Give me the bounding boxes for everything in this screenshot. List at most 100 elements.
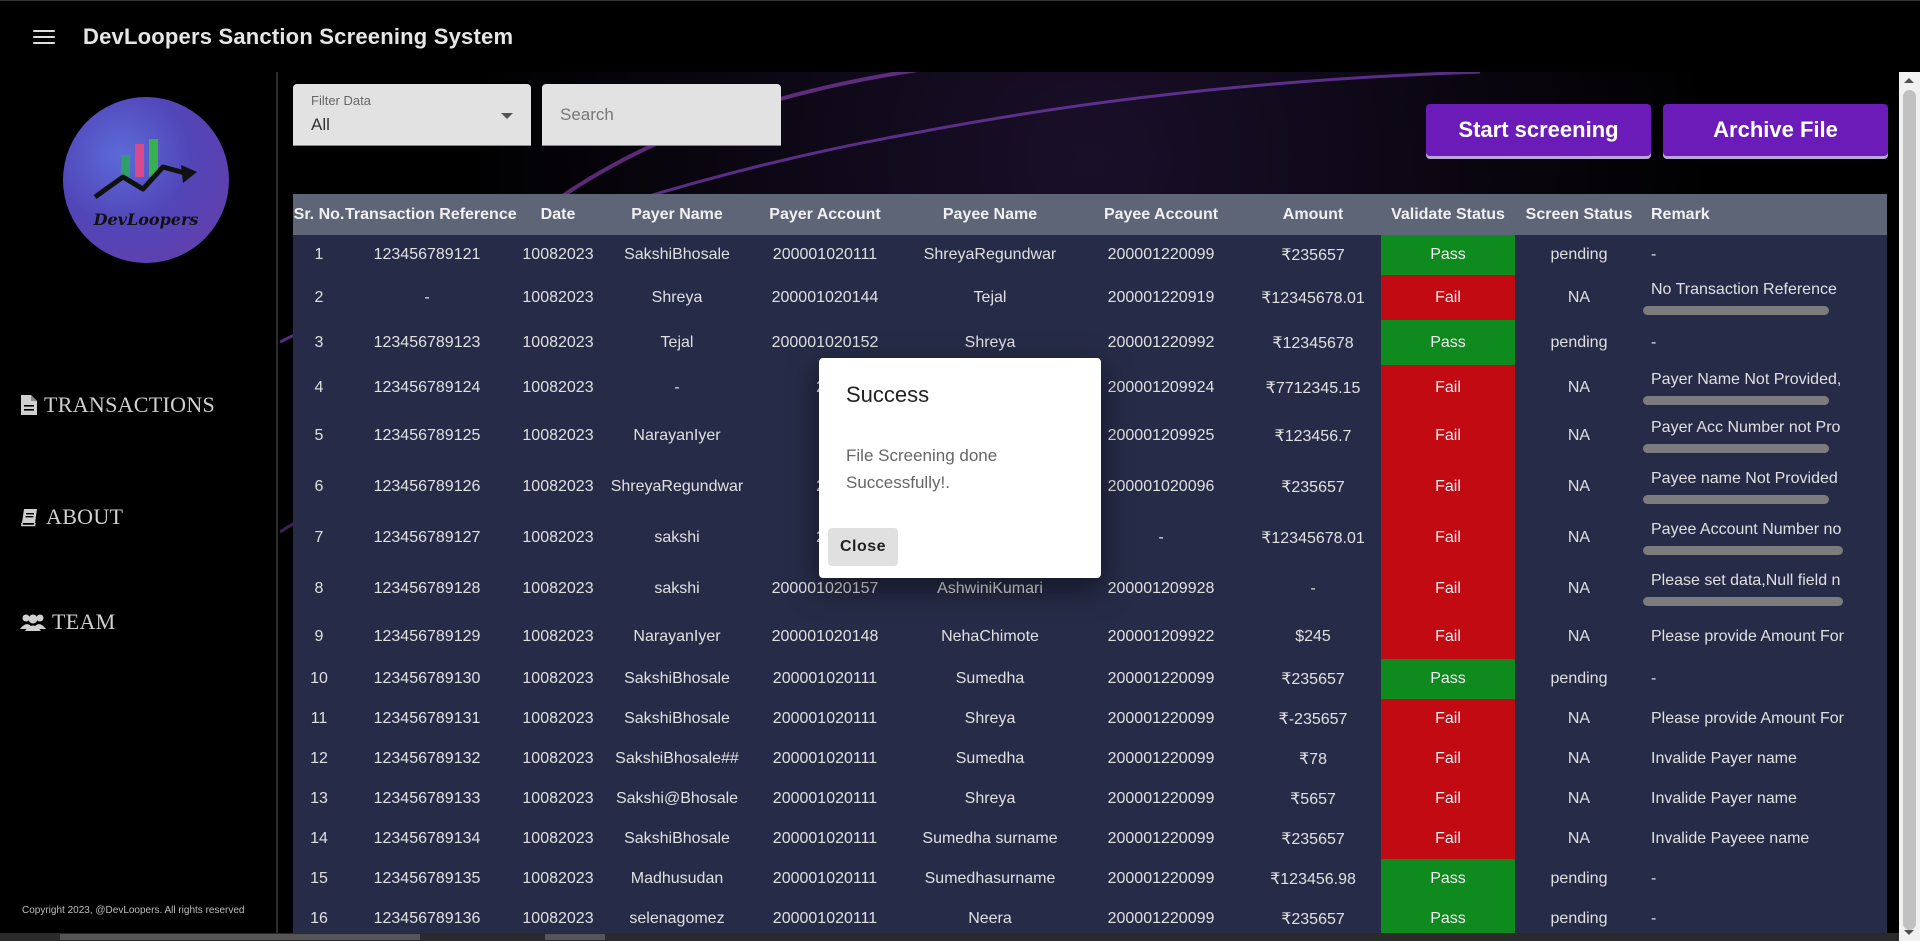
remark-text: - — [1651, 870, 1657, 887]
remark-text: - — [1651, 910, 1657, 927]
amount-cell: ₹235657 — [1281, 478, 1345, 496]
screen-status-cell: NA — [1567, 790, 1591, 807]
table-header: Sr. No. Transaction Reference Date Payer Na… — [293, 194, 1887, 235]
table-row[interactable]: 2 - 10082023 Shreya 200001020144 Tejal 2000012… — [293, 275, 1887, 320]
screen-status-cell: pending — [1550, 246, 1608, 263]
date-cell: 10082023 — [522, 378, 594, 396]
remark-cell: Payee Account Number no — [1643, 512, 1887, 563]
remark-scrollbar[interactable] — [1643, 596, 1843, 606]
column-header: Remark — [1651, 205, 1710, 223]
transaction-reference-cell: 123456789134 — [373, 830, 481, 847]
scroll-up-icon[interactable] — [1904, 78, 1914, 83]
column-header: Amount — [1282, 205, 1344, 223]
screen-status-cell: NA — [1567, 710, 1591, 727]
screen-status-cell: pending — [1550, 870, 1608, 887]
amount-cell: ₹5657 — [1290, 791, 1336, 808]
scrollbar-thumb[interactable] — [1903, 90, 1916, 930]
remark-scrollbar[interactable] — [1643, 494, 1829, 504]
amount-cell: ₹78 — [1299, 751, 1327, 768]
book-icon — [21, 509, 37, 527]
amount-cell: - — [1310, 579, 1316, 597]
column-header: Payer Name — [631, 205, 723, 223]
remark-cell: Payer Name Not Provided, — [1643, 365, 1887, 410]
payee-name-cell: Shreya — [964, 710, 1016, 727]
vertical-scrollbar[interactable] — [1899, 72, 1920, 941]
scroll-down-icon[interactable] — [1904, 930, 1914, 935]
payer-name-cell: Tejal — [660, 333, 694, 351]
table-row[interactable]: 15 123456789135 10082023 Madhusudan 20000102… — [293, 859, 1887, 899]
table-row[interactable]: 1 123456789121 10082023 SakshiBhosale 200001… — [293, 235, 1887, 275]
dialog-title: Success — [846, 382, 930, 407]
sr-no-cell: 13 — [310, 790, 328, 807]
remark-scrollbar[interactable] — [1643, 395, 1829, 405]
archive-file-button[interactable]: Archive File — [1663, 104, 1888, 156]
payer-name-cell: SakshiBhosale — [624, 830, 730, 847]
validate-status-cell: Pass — [1381, 235, 1515, 275]
start-screening-button[interactable]: Start screening — [1426, 104, 1651, 156]
menu-icon[interactable] — [33, 28, 57, 46]
transaction-reference-cell: 123456789127 — [373, 528, 481, 546]
amount-cell: ₹235657 — [1281, 831, 1345, 848]
sidebar-item-transactions[interactable]: TRANSACTIONS — [20, 392, 215, 418]
chevron-down-icon — [501, 113, 513, 119]
payer-name-cell: SakshiBhosale — [624, 670, 730, 687]
remark-scrollbar[interactable] — [1643, 443, 1829, 453]
payer-name-cell: sakshi — [654, 579, 700, 597]
remark-cell: - — [1643, 659, 1887, 699]
remark-cell: Invalide Payeee name — [1643, 819, 1887, 859]
app-bar: DevLoopers Sanction Screening System — [0, 0, 1920, 72]
date-cell: 10082023 — [522, 750, 594, 767]
validate-status-cell: Pass — [1381, 320, 1515, 365]
date-cell: 10082023 — [522, 710, 594, 727]
table-row[interactable]: 9 123456789129 10082023 NarayanIyer 20000102… — [293, 614, 1887, 659]
sidebar-item-team[interactable]: TEAM — [20, 609, 116, 635]
remark-scrollbar[interactable] — [1643, 545, 1843, 555]
remark-text: Please provide Amount For — [1651, 710, 1844, 727]
sr-no-cell: 1 — [314, 246, 324, 263]
validate-status-cell: Fail — [1381, 563, 1515, 614]
date-cell: 10082023 — [522, 426, 594, 444]
payee-account-cell: 200001220099 — [1107, 670, 1215, 687]
scrollbar-thumb[interactable] — [545, 934, 605, 940]
transaction-reference-cell: 123456789129 — [373, 627, 481, 645]
date-cell: 10082023 — [522, 870, 594, 887]
remark-text: Please provide Amount For — [1651, 627, 1844, 645]
search-input[interactable] — [542, 84, 781, 146]
horizontal-scrollbar[interactable] — [0, 933, 1899, 941]
table-row[interactable]: 10 123456789130 10082023 SakshiBhosale 20000… — [293, 659, 1887, 699]
payee-name-cell: Sumedha surname — [922, 830, 1058, 847]
date-cell: 10082023 — [522, 830, 594, 847]
sr-no-cell: 3 — [314, 333, 324, 351]
payer-name-cell: sakshi — [654, 528, 700, 546]
table-row[interactable]: 14 123456789134 10082023 SakshiBhosale 20000… — [293, 819, 1887, 859]
validate-status-cell: Fail — [1381, 739, 1515, 779]
payee-account-cell: 200001220099 — [1107, 246, 1215, 263]
transaction-reference-cell: 123456789121 — [373, 246, 481, 263]
amount-cell: ₹123456.98 — [1270, 871, 1356, 888]
copyright: Copyright 2023, @DevLoopers. All rights … — [22, 905, 245, 916]
sidebar-item-about[interactable]: ABOUT — [20, 504, 123, 530]
close-button[interactable]: Close — [828, 528, 898, 566]
transaction-reference-cell: 123456789132 — [373, 750, 481, 767]
payee-account-cell: 200001209922 — [1107, 627, 1215, 645]
remark-text: No Transaction Reference — [1651, 280, 1837, 298]
scrollbar-thumb[interactable] — [60, 934, 420, 940]
table-row[interactable]: 13 123456789133 10082023 Sakshi@Bhosale 2000… — [293, 779, 1887, 819]
filter-select[interactable]: Filter Data All — [293, 84, 531, 146]
column-header: Transaction Reference — [345, 205, 517, 223]
transaction-reference-cell: 123456789135 — [373, 870, 481, 887]
payer-account-cell: 200001020111 — [772, 870, 878, 887]
success-dialog: Success File Screening done Successfully… — [819, 358, 1101, 578]
table-row[interactable]: 11 123456789131 10082023 SakshiBhosale 20000… — [293, 699, 1887, 739]
column-header: Sr. No. — [293, 205, 345, 223]
remark-cell: Please provide Amount For — [1643, 614, 1887, 659]
remark-scrollbar[interactable] — [1643, 305, 1829, 315]
transaction-reference-cell: 123456789130 — [373, 670, 481, 687]
users-icon — [20, 614, 46, 631]
column-header: Date — [540, 205, 576, 223]
sidebar-item-label: ABOUT — [46, 504, 124, 529]
payee-name-cell: NehaChimote — [941, 627, 1039, 645]
remark-text: Invalide Payer name — [1651, 790, 1797, 807]
validate-status-cell: Fail — [1381, 275, 1515, 320]
table-row[interactable]: 12 123456789132 10082023 SakshiBhosale## 200… — [293, 739, 1887, 779]
